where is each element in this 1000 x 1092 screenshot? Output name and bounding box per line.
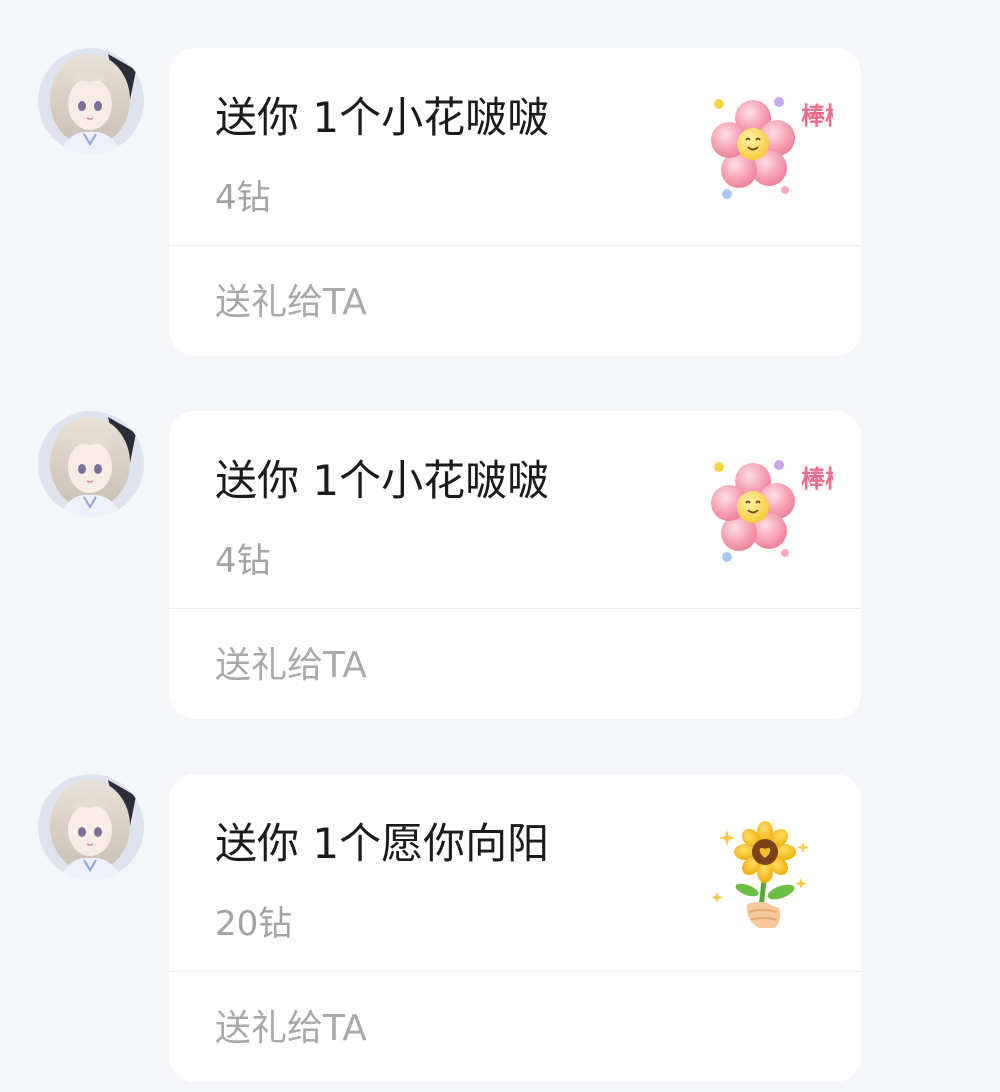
gift-price: 4钻 [215,178,271,218]
gift-message-1: 送你 1个小花啵啵 4钻 棒棒! 送礼给TA [0,48,1000,358]
card-divider [169,971,861,972]
card-divider [169,245,861,246]
gift-card: 送你 1个愿你向阳 20钻 送礼给TA [169,774,861,1082]
gift-card: 送你 1个小花啵啵 4钻 棒棒! 送礼给TA [169,48,861,356]
avatar[interactable] [38,48,144,154]
sticker-text: 棒棒! [801,102,833,130]
gift-price: 20钻 [215,904,293,944]
gift-message-2: 送你 1个小花啵啵 4钻 棒棒! 送礼给TA [0,411,1000,721]
sticker-text: 棒棒! [801,465,833,493]
gift-title: 送你 1个愿你向阳 [215,819,550,868]
anime-girl-avatar-icon [38,774,144,880]
gift-price: 4钻 [215,541,271,581]
pink-flower-sticker-icon: 棒棒! [705,457,833,569]
send-gift-to-ta-button[interactable]: 送礼给TA [215,280,367,326]
sunflower-in-hand-icon [705,820,833,932]
avatar[interactable] [38,411,144,517]
gift-card: 送你 1个小花啵啵 4钻 棒棒! 送礼给TA [169,411,861,719]
gift-message-3: 送你 1个愿你向阳 20钻 送礼给TA [0,774,1000,1084]
gift-title: 送你 1个小花啵啵 [215,456,550,505]
gift-title: 送你 1个小花啵啵 [215,93,550,142]
anime-girl-avatar-icon [38,411,144,517]
send-gift-to-ta-button[interactable]: 送礼给TA [215,1006,367,1052]
send-gift-to-ta-button[interactable]: 送礼给TA [215,643,367,689]
anime-girl-avatar-icon [38,48,144,154]
avatar[interactable] [38,774,144,880]
pink-flower-sticker-icon: 棒棒! [705,94,833,206]
card-divider [169,608,861,609]
